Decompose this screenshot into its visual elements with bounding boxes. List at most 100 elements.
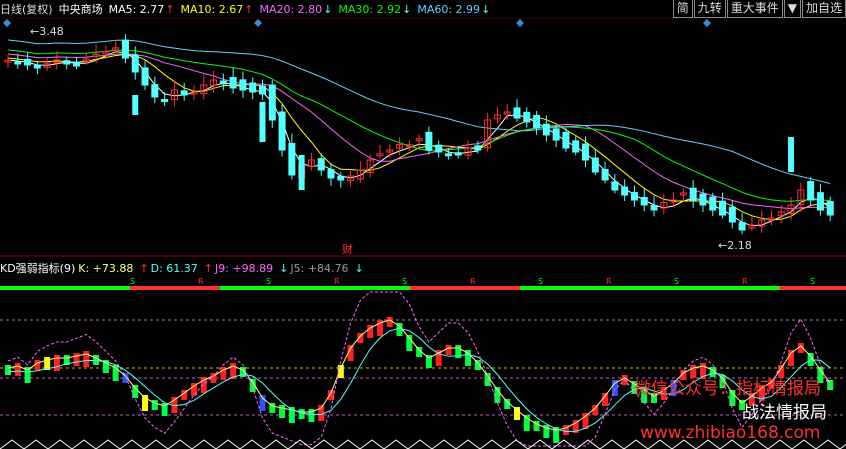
candle-body <box>259 102 266 142</box>
kd-ribbon-letter: R <box>742 277 748 286</box>
kd-bar <box>14 363 21 376</box>
price-header: 日线(复权) 中央商场 MA5: 2.77↑ MA10: 2.67↑ MA20: 2… <box>0 0 502 18</box>
kd-ribbon-letter: R <box>198 277 204 286</box>
candle-body <box>709 196 717 211</box>
kd-j9-value: J9: +98.89 ↓ <box>215 261 289 275</box>
kd-d-value: D: 61.37 ↑ <box>150 261 213 275</box>
kd-ribbon-letter: R <box>334 277 340 286</box>
candle-body <box>699 193 707 206</box>
bottom-signal-mark <box>383 439 409 449</box>
candle-body <box>591 157 599 173</box>
kd-ribbon-letter: S <box>266 277 271 286</box>
kd-bar <box>513 407 520 420</box>
add-watchlist-button[interactable]: 加自选 <box>801 0 846 18</box>
kd-ribbon-segment <box>0 286 130 290</box>
high-price-label: ←3.48 <box>30 25 64 38</box>
bottom-signal-mark <box>95 439 121 449</box>
candle-body <box>121 39 129 59</box>
candle-body <box>444 153 452 157</box>
candle-body <box>474 145 482 151</box>
kd-ribbon-letter: S <box>538 277 543 286</box>
arrow-up-icon: ↑ <box>203 261 213 275</box>
candle-body <box>435 144 443 153</box>
simple-button[interactable]: 简 <box>672 0 693 18</box>
candle-body <box>327 169 335 179</box>
candle-body <box>582 143 590 161</box>
bottom-signal-mark <box>335 439 361 449</box>
candle-body <box>621 186 629 196</box>
candle-body <box>728 206 736 223</box>
kd-bar <box>386 317 393 327</box>
stock-name: 中央商场 <box>58 3 103 16</box>
bottom-signal-mark <box>0 439 25 449</box>
kd-bar <box>83 351 90 367</box>
candle-body <box>317 158 325 171</box>
ma-label-1: MA10: 2.67↑ <box>180 2 254 16</box>
candle-body <box>552 128 560 141</box>
candle-body <box>258 85 266 95</box>
candle-body <box>33 64 41 69</box>
kd-bar <box>445 345 452 355</box>
kd-bar <box>788 350 795 366</box>
kd-bar <box>279 405 286 418</box>
low-price-label: ←2.18 <box>718 239 752 252</box>
candle-body <box>239 79 247 91</box>
candle-body <box>562 131 570 149</box>
arrow-down-icon: ↓ <box>354 261 364 275</box>
kd-bar <box>73 353 80 366</box>
arrow-down-icon: ↓ <box>323 2 333 16</box>
kd-bar <box>5 365 11 375</box>
bottom-signal-mark <box>191 439 217 449</box>
bottom-signal-mark <box>71 439 97 449</box>
major-events-button[interactable]: 重大事件 <box>726 0 783 18</box>
watermark-tactics: 战法情报局 <box>742 403 827 423</box>
arrow-down-icon: ↓ <box>279 261 289 275</box>
kd-ribbon-letter: S <box>810 277 815 286</box>
bottom-signal-mark <box>47 439 73 449</box>
chevron-down-icon[interactable]: ▼ <box>783 0 801 18</box>
kd-ribbon-letter: S <box>130 277 135 286</box>
bottom-signal-mark <box>599 439 625 449</box>
candle-body <box>513 107 521 119</box>
bottom-signal-mark <box>575 439 601 449</box>
bottom-signal-mark <box>527 439 553 449</box>
candle-body <box>826 201 834 216</box>
candle-body <box>601 168 609 181</box>
bottom-signal-mark <box>359 439 385 449</box>
candle-body <box>249 82 257 93</box>
bottom-signal-mark <box>455 439 481 449</box>
nine-turn-button[interactable]: 九转 <box>693 0 726 18</box>
candle-body <box>788 137 795 172</box>
candle-body <box>542 123 550 136</box>
arrow-up-icon: ↑ <box>165 2 175 16</box>
candle-body <box>151 84 159 98</box>
bottom-signal-mark <box>263 439 289 449</box>
kd-j5-value: J5: +84.76 ↓ <box>290 261 364 275</box>
bottom-signal-mark <box>215 439 241 449</box>
candle-body <box>689 187 697 201</box>
kd-ribbon-letter: R <box>470 277 476 286</box>
period-label[interactable]: 日线(复权) <box>0 1 53 17</box>
kd-ribbon-segment <box>410 286 520 290</box>
candle-body <box>268 84 276 121</box>
watermark-url: www.zhibiao168.com <box>640 423 821 443</box>
candle-body <box>229 77 237 89</box>
kd-indicator-name[interactable]: KD强弱指标(9) <box>0 260 75 276</box>
financial-report-marker: 财 <box>342 242 353 256</box>
candle-body <box>24 58 32 66</box>
bottom-signal-mark <box>239 439 265 449</box>
arrow-up-icon: ↑ <box>244 2 254 16</box>
candle-body <box>278 111 286 151</box>
bottom-signal-mark <box>167 439 193 449</box>
candle-body <box>337 175 345 181</box>
candle-body <box>63 60 71 65</box>
kd-bar <box>602 393 609 406</box>
toolbar: 简 九转 重大事件 ▼ 加自选 <box>672 0 846 18</box>
candle-body <box>572 140 580 153</box>
bottom-signal-mark <box>143 439 169 449</box>
candle-body <box>141 67 149 86</box>
candle-body <box>650 205 658 211</box>
ma-label-4: MA60: 2.99↓ <box>417 2 491 16</box>
ma60-line <box>7 39 831 184</box>
candle-body <box>131 54 139 73</box>
